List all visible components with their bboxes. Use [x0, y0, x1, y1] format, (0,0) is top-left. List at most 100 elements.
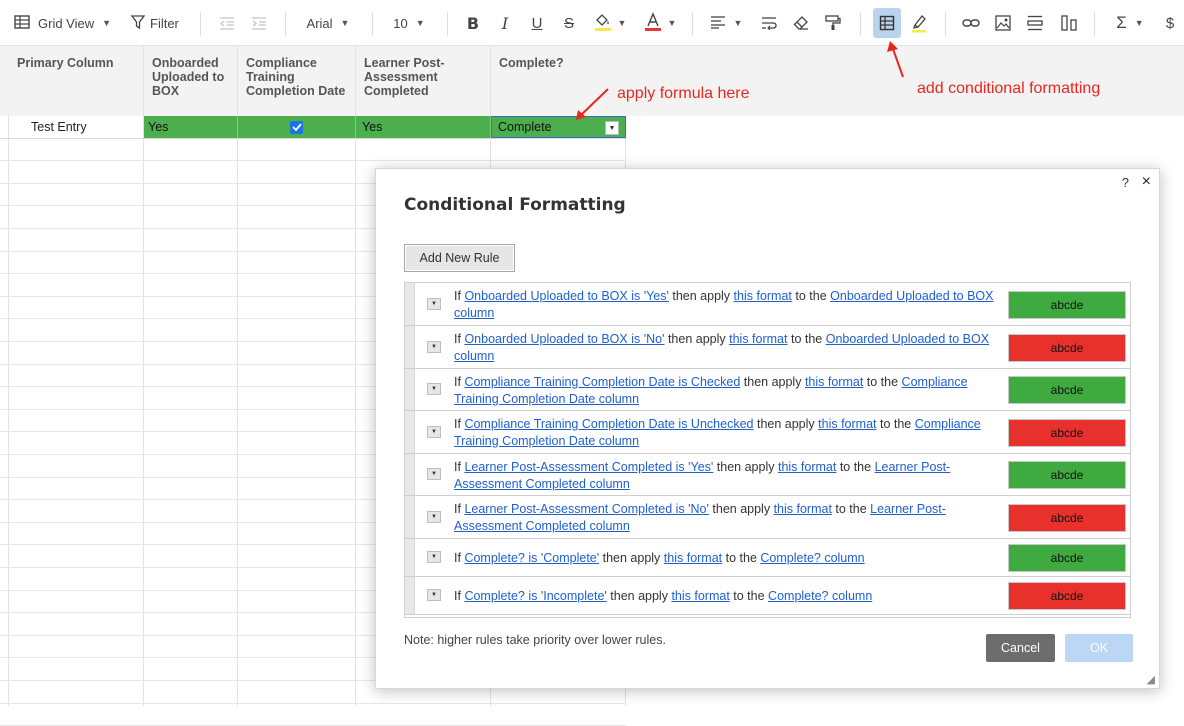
- wrap-text-icon[interactable]: [758, 8, 780, 38]
- toolbar-divider: [692, 12, 693, 36]
- rule-to-text: to the: [725, 551, 757, 565]
- rule-menu-chevron-icon[interactable]: ▼: [427, 425, 441, 438]
- grid-view-button[interactable]: Grid View ▼: [14, 8, 118, 38]
- format-swatch[interactable]: abcde: [1008, 503, 1126, 532]
- format-swatch[interactable]: abcde: [1008, 376, 1126, 404]
- drag-handle[interactable]: [405, 454, 415, 495]
- resize-handle-icon[interactable]: ◢: [1147, 673, 1155, 686]
- rule-condition-link[interactable]: Compliance Training Completion Date is C…: [464, 375, 740, 389]
- rule-row[interactable]: ▼ If Compliance Training Completion Date …: [405, 411, 1130, 454]
- rule-condition-link[interactable]: Complete? is 'Complete': [464, 551, 599, 565]
- drag-handle[interactable]: [405, 577, 415, 614]
- dollar-icon: $: [1165, 14, 1175, 32]
- rule-format-link[interactable]: this format: [671, 589, 729, 603]
- format-swatch[interactable]: abcde: [1008, 290, 1126, 319]
- conditional-formatting-dialog: ? × Conditional Formatting Add New Rule …: [375, 168, 1160, 689]
- drag-handle[interactable]: [405, 283, 415, 325]
- rule-condition-link[interactable]: Learner Post-Assessment Completed is 'No…: [464, 502, 708, 516]
- drag-handle[interactable]: [405, 496, 415, 538]
- column-header-learner[interactable]: Learner Post-Assessment Completed: [356, 46, 491, 116]
- indent-icon[interactable]: [248, 8, 270, 38]
- font-size-select[interactable]: 10 ▼: [386, 8, 432, 38]
- rule-condition-link[interactable]: Learner Post-Assessment Completed is 'Ye…: [464, 460, 713, 474]
- format-swatch[interactable]: abcde: [1008, 582, 1126, 610]
- ok-button[interactable]: OK: [1065, 634, 1133, 662]
- image-icon[interactable]: [992, 8, 1014, 38]
- column-header-primary[interactable]: Primary Column: [9, 46, 144, 116]
- rule-row[interactable]: ▼ If Learner Post-Assessment Completed is…: [405, 496, 1130, 539]
- checkbox-checked-icon[interactable]: [290, 120, 303, 134]
- currency-button[interactable]: $: [1160, 8, 1180, 38]
- outdent-icon[interactable]: [216, 8, 238, 38]
- rule-menu-chevron-icon[interactable]: ▼: [427, 340, 441, 353]
- rule-target-link[interactable]: Complete? column: [760, 551, 864, 565]
- highlight-icon[interactable]: [908, 8, 930, 38]
- filter-button[interactable]: Filter: [130, 8, 184, 38]
- table-row[interactable]: [0, 704, 626, 726]
- rule-menu-chevron-icon[interactable]: ▼: [427, 510, 441, 523]
- conditional-formatting-icon[interactable]: [873, 8, 901, 38]
- rule-menu-chevron-icon[interactable]: ▼: [427, 468, 441, 480]
- rule-format-link[interactable]: this format: [729, 332, 787, 346]
- rule-condition-link[interactable]: Compliance Training Completion Date is U…: [464, 417, 753, 431]
- rule-row[interactable]: ▼ If Complete? is 'Incomplete' then apply…: [405, 577, 1130, 615]
- cell-compliance[interactable]: [238, 116, 356, 138]
- rule-description: If Learner Post-Assessment Completed is …: [454, 459, 999, 492]
- rule-condition-link[interactable]: Complete? is 'Incomplete': [464, 589, 606, 603]
- table-row[interactable]: [0, 139, 626, 162]
- format-swatch[interactable]: abcde: [1008, 418, 1126, 447]
- rule-format-link[interactable]: this format: [734, 289, 792, 303]
- cell-primary[interactable]: Test Entry: [9, 116, 143, 138]
- column-header-compliance[interactable]: Compliance Training Completion Date: [238, 46, 356, 116]
- rule-menu-chevron-icon[interactable]: ▼: [427, 297, 441, 310]
- sum-button[interactable]: Σ ▼: [1110, 8, 1150, 38]
- format-swatch[interactable]: abcde: [1008, 333, 1126, 362]
- cell-onboarded[interactable]: Yes: [144, 116, 238, 138]
- rule-row[interactable]: ▼ If Learner Post-Assessment Completed is…: [405, 454, 1130, 496]
- rule-menu-chevron-icon[interactable]: ▼: [427, 551, 441, 563]
- rule-condition-link[interactable]: Onboarded Uploaded to BOX is 'Yes': [464, 289, 668, 303]
- rule-format-link[interactable]: this format: [805, 375, 863, 389]
- rule-if-text: If: [454, 417, 461, 431]
- align-button[interactable]: ▼: [706, 8, 746, 38]
- eraser-icon[interactable]: [790, 8, 812, 38]
- rule-row[interactable]: ▼ If Complete? is 'Complete' then apply t…: [405, 539, 1130, 577]
- link-icon[interactable]: [960, 8, 982, 38]
- rule-menu-chevron-icon[interactable]: ▼: [427, 589, 441, 601]
- format-swatch[interactable]: abcde: [1008, 461, 1126, 489]
- rule-menu-chevron-icon[interactable]: ▼: [427, 383, 441, 395]
- cancel-button[interactable]: Cancel: [986, 634, 1055, 662]
- rule-row[interactable]: ▼ If Onboarded Uploaded to BOX is 'Yes' t…: [405, 283, 1130, 326]
- help-icon[interactable]: ?: [1122, 175, 1129, 190]
- fill-color-button[interactable]: ▼: [590, 8, 630, 38]
- text-color-button[interactable]: ▼: [640, 8, 680, 38]
- bold-icon[interactable]: B: [462, 8, 484, 38]
- rule-target-link[interactable]: Complete? column: [768, 589, 872, 603]
- format-swatch[interactable]: abcde: [1008, 544, 1126, 572]
- rule-row[interactable]: ▼ If Onboarded Uploaded to BOX is 'No' th…: [405, 326, 1130, 369]
- rule-format-link[interactable]: this format: [774, 502, 832, 516]
- add-new-rule-button[interactable]: Add New Rule: [404, 244, 515, 272]
- rule-to-text: to the: [795, 289, 827, 303]
- close-icon[interactable]: ×: [1142, 173, 1151, 191]
- column-header-onboarded[interactable]: Onboarded Uploaded to BOX: [144, 46, 238, 116]
- italic-icon[interactable]: I: [494, 8, 516, 38]
- font-family-select[interactable]: Arial ▼: [300, 8, 356, 38]
- rule-format-link[interactable]: this format: [818, 417, 876, 431]
- rule-condition-link[interactable]: Onboarded Uploaded to BOX is 'No': [464, 332, 664, 346]
- format-painter-icon[interactable]: [822, 8, 844, 38]
- underline-icon[interactable]: U: [526, 8, 548, 38]
- rule-format-link[interactable]: this format: [664, 551, 722, 565]
- column-width-icon[interactable]: [1058, 8, 1080, 38]
- row-height-icon[interactable]: [1024, 8, 1046, 38]
- drag-handle[interactable]: [405, 411, 415, 453]
- drag-handle[interactable]: [405, 369, 415, 410]
- cell-learner[interactable]: Yes: [356, 116, 491, 138]
- strikethrough-icon[interactable]: S: [558, 8, 580, 38]
- rule-format-link[interactable]: this format: [778, 460, 836, 474]
- table-row[interactable]: Test Entry Yes Yes Complete ▼: [0, 116, 626, 139]
- drag-handle[interactable]: [405, 326, 415, 368]
- rule-then-text: then apply: [667, 332, 726, 346]
- rule-row[interactable]: ▼ If Compliance Training Completion Date …: [405, 369, 1130, 411]
- drag-handle[interactable]: [405, 539, 415, 576]
